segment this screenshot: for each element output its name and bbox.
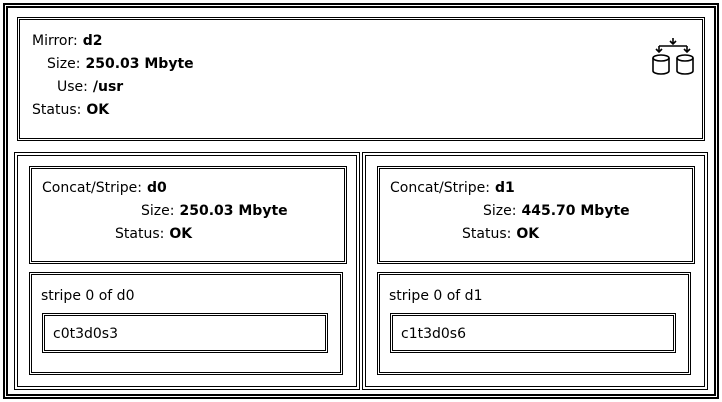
status-label: Status: — [462, 226, 512, 242]
concat-value: d0 — [146, 180, 167, 196]
concat-label: Concat/Stripe: — [390, 180, 490, 196]
concat-name-row: Concat/Stripe: d1 — [390, 179, 515, 197]
slice-c0t3d0s3[interactable]: c0t3d0s3 — [42, 313, 328, 353]
slice-label: c0t3d0s3 — [53, 326, 118, 342]
mirror-label: Mirror: — [32, 33, 78, 49]
size-value: 250.03 Mbyte — [179, 203, 288, 219]
concat-value: d1 — [494, 180, 515, 196]
concat-size-row: Size: 445.70 Mbyte — [483, 202, 630, 220]
mirror-panel[interactable]: Mirror: d2 Size: 250.03 Mbyte Use:/usr Sta… — [17, 17, 705, 141]
stripe-0-d1[interactable]: stripe 0 of d1 c1t3d0s6 — [377, 272, 691, 375]
size-label: Size: — [141, 203, 175, 219]
concat-label: Concat/Stripe: — [42, 180, 142, 196]
stripe-label: stripe 0 of d0 — [41, 288, 135, 304]
concat-status-row: Status: OK — [462, 225, 539, 243]
stripe-0-d0[interactable]: stripe 0 of d0 c0t3d0s3 — [29, 272, 343, 375]
mirror-disks-icon — [652, 38, 694, 75]
slice-c1t3d0s6[interactable]: c1t3d0s6 — [390, 313, 676, 353]
use-value: /usr — [92, 79, 124, 95]
submirror-d1-panel[interactable]: Concat/Stripe: d1 Size: 445.70 Mbyte Statu… — [362, 152, 708, 390]
size-value: 250.03 Mbyte — [85, 56, 194, 72]
status-value: OK — [516, 226, 540, 242]
mirror-size-row: Size: 250.03 Mbyte — [47, 55, 194, 73]
mirror-status-row: Status: OK — [32, 101, 109, 119]
size-label: Size: — [483, 203, 517, 219]
slice-label: c1t3d0s6 — [401, 326, 466, 342]
concat-status-row: Status: OK — [115, 225, 192, 243]
status-value: OK — [86, 102, 110, 118]
mirror-use-row: Use:/usr — [57, 78, 123, 96]
use-label: Use: — [57, 79, 88, 95]
mirror-value: d2 — [82, 33, 103, 49]
concat-stripe-d1[interactable]: Concat/Stripe: d1 Size: 445.70 Mbyte Statu… — [377, 166, 695, 264]
status-label: Status: — [115, 226, 165, 242]
submirror-d0-panel[interactable]: Concat/Stripe: d0 Size: 250.03 Mbyte Statu… — [14, 152, 360, 390]
status-value: OK — [169, 226, 193, 242]
stripe-label: stripe 0 of d1 — [389, 288, 483, 304]
mirror-name-row: Mirror: d2 — [32, 32, 102, 50]
size-label: Size: — [47, 56, 81, 72]
status-label: Status: — [32, 102, 82, 118]
concat-size-row: Size: 250.03 Mbyte — [141, 202, 288, 220]
size-value: 445.70 Mbyte — [521, 203, 630, 219]
concat-name-row: Concat/Stripe: d0 — [42, 179, 167, 197]
concat-stripe-d0[interactable]: Concat/Stripe: d0 Size: 250.03 Mbyte Statu… — [29, 166, 347, 264]
